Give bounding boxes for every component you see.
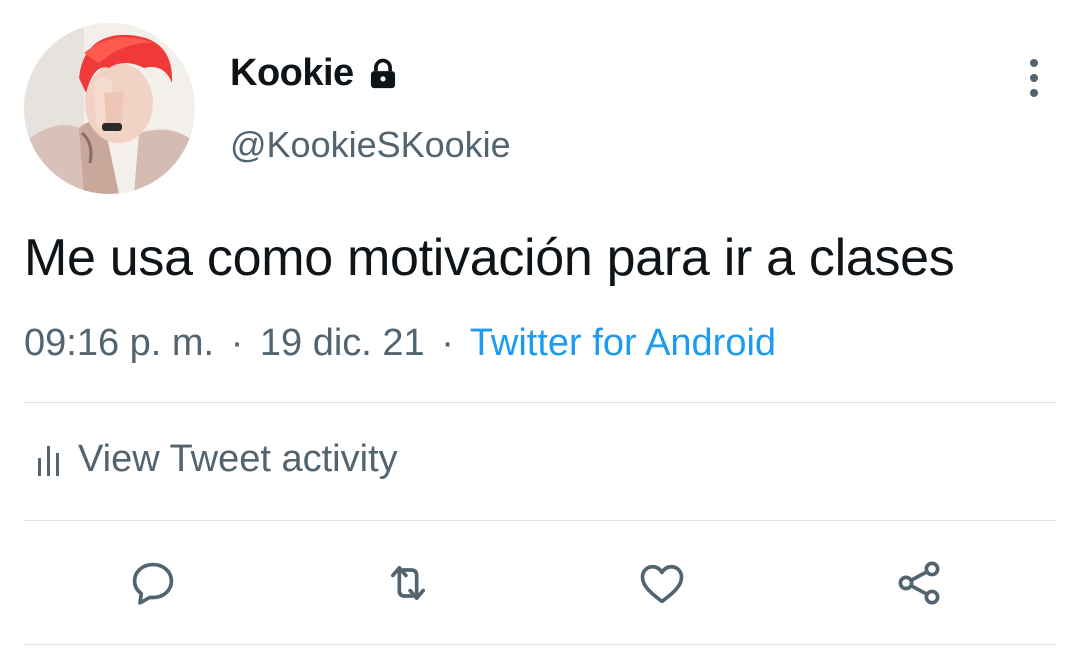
bar-chart-icon bbox=[38, 445, 59, 476]
like-icon bbox=[640, 564, 684, 604]
tweet-text: Me usa como motivación para ir a clases bbox=[24, 229, 955, 287]
divider bbox=[24, 520, 1056, 521]
more-vertical-icon bbox=[1030, 59, 1038, 97]
like-button[interactable] bbox=[627, 548, 697, 618]
divider bbox=[24, 644, 1056, 645]
divider bbox=[24, 402, 1056, 403]
meta-separator: · bbox=[441, 322, 454, 364]
retweet-icon bbox=[390, 565, 426, 601]
display-name[interactable]: Kookie bbox=[230, 52, 354, 95]
avatar-image bbox=[24, 23, 195, 194]
reply-icon bbox=[132, 562, 174, 605]
tweet-detail: Kookie @KookieSKookie Me usa como motiva… bbox=[0, 0, 1080, 659]
meta-separator: · bbox=[230, 322, 244, 364]
display-name-row: Kookie bbox=[230, 52, 400, 95]
tweet-source-link[interactable]: Twitter for Android bbox=[470, 322, 776, 364]
avatar[interactable] bbox=[24, 23, 195, 194]
user-handle[interactable]: @KookieSKookie bbox=[230, 124, 511, 166]
share-icon bbox=[898, 561, 940, 605]
more-options-button[interactable] bbox=[1010, 54, 1058, 102]
tweet-date[interactable]: 19 dic. 21 bbox=[260, 322, 425, 364]
view-tweet-activity-label: View Tweet activity bbox=[78, 438, 398, 480]
tweet-actions bbox=[0, 548, 1080, 618]
retweet-button[interactable] bbox=[373, 548, 443, 618]
view-tweet-activity-button[interactable]: View Tweet activity bbox=[36, 438, 398, 481]
tweet-time[interactable]: 09:16 p. m. bbox=[24, 322, 214, 364]
tweet-metadata: 09:16 p. m. · 19 dic. 21 · Twitter for A… bbox=[24, 322, 776, 365]
share-button[interactable] bbox=[884, 548, 954, 618]
lock-icon bbox=[366, 57, 400, 91]
reply-button[interactable] bbox=[118, 548, 188, 618]
